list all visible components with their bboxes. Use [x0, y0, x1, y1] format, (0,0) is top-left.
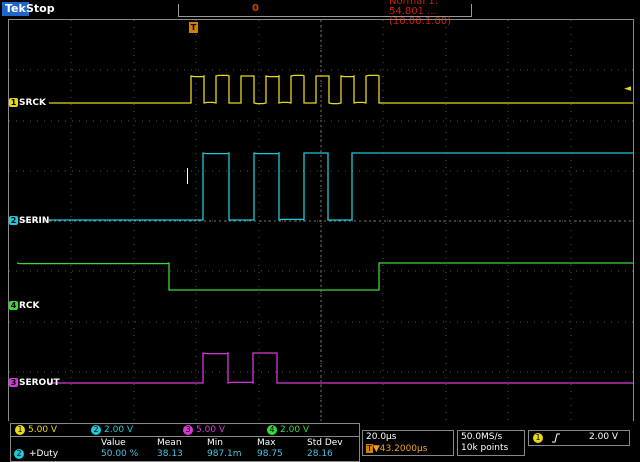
acquisition-state[interactable]: Stop: [26, 2, 55, 16]
trigger-box[interactable]: 1 2.00 V: [528, 430, 630, 446]
ch3-scale[interactable]: 3 5.00 V: [183, 425, 225, 435]
measurement-table[interactable]: 2 +Duty Value Mean Min Max Std Dev 50.00…: [10, 436, 360, 462]
measure-max: 98.75: [257, 449, 283, 459]
graticule: [9, 20, 633, 422]
trigger-source-badge: 1: [533, 433, 543, 443]
ch1-label[interactable]: 1 SRCK: [9, 98, 46, 108]
measure-mean: 38.13: [157, 449, 183, 459]
acquisition-box[interactable]: 50.0MS/s 10k points: [457, 430, 525, 456]
sample-rate: 50.0MS/s: [461, 432, 503, 442]
status-bar: Tek Stop Normal 1: 54.801 ... (10.00:1.0…: [0, 0, 640, 27]
header-value: Value: [101, 438, 126, 448]
trigger-t-marker[interactable]: T: [189, 22, 198, 33]
serout-waveform: [49, 351, 633, 385]
readout-panel: 1 5.00 V 2 2.00 V 3 5.00 V 4 2.00 V 2 +Duty …: [0, 421, 640, 462]
measure-min: 987.1m: [207, 449, 242, 459]
ch1-scale[interactable]: 1 5.00 V: [15, 425, 57, 435]
header-std-dev: Std Dev: [307, 438, 343, 448]
trigger-level-arrow[interactable]: ◄: [624, 84, 631, 94]
measurement-channel-badge: 2: [14, 449, 24, 459]
ch2-label[interactable]: 2 SERIN: [9, 216, 49, 226]
header-min: Min: [207, 438, 223, 448]
ch4-scale[interactable]: 4 2.00 V: [267, 425, 309, 435]
header-mean: Mean: [157, 438, 182, 448]
waveform-display[interactable]: T ◄ 1 SRCK 2 SERIN 4 RCK 3 SEROUT: [8, 19, 634, 423]
horizontal-scale-box[interactable]: 20.0µs T▼43.2000µs: [362, 430, 454, 456]
srck-waveform: [49, 74, 633, 105]
record-length: 10k points: [461, 443, 509, 453]
header-max: Max: [257, 438, 276, 448]
trigger-level: 2.00 V: [589, 432, 619, 442]
rising-edge-icon: [552, 433, 560, 443]
channel-scale-row: 1 5.00 V 2 2.00 V 3 5.00 V 4 2.00 V: [10, 423, 360, 437]
rck-waveform: [16, 262, 633, 291]
time-per-div: 20.0µs: [366, 432, 397, 442]
measure-value: 50.00 %: [101, 449, 139, 459]
record-view-bar[interactable]: Normal 1: 54.801 ... (10.00:1.00): [178, 0, 472, 27]
ch4-label[interactable]: 4 RCK: [9, 301, 40, 311]
serin-waveform: [49, 151, 633, 222]
trigger-position-marker[interactable]: 0: [252, 4, 259, 14]
ch2-scale[interactable]: 2 2.00 V: [91, 425, 133, 435]
text-cursor: [187, 168, 188, 184]
measurement-name: +Duty: [29, 449, 59, 459]
horizontal-position: T▼43.2000µs: [366, 444, 428, 454]
brand-logo: Tek: [2, 2, 29, 16]
ch3-label[interactable]: 3 SEROUT: [9, 378, 60, 388]
measure-std-dev: 28.16: [307, 449, 333, 459]
